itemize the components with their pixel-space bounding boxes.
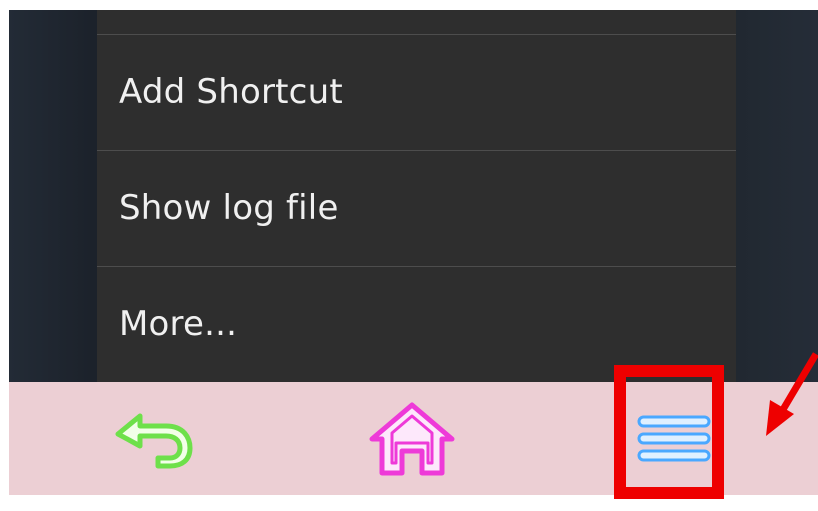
menu-item-label: More...	[119, 304, 238, 344]
home-button[interactable]	[357, 382, 467, 495]
menu-item-show-log-file[interactable]: Show log file	[97, 150, 736, 265]
annotation-arrow-icon	[766, 352, 818, 436]
back-arrow-icon	[115, 413, 193, 468]
home-icon	[369, 402, 455, 475]
navigation-bar	[9, 382, 818, 495]
menu-item-more[interactable]: More...	[97, 266, 736, 381]
hamburger-menu-icon	[637, 415, 711, 461]
options-menu: Add Shortcut Show log file More...	[97, 10, 736, 382]
menu-item-partial[interactable]	[97, 10, 736, 34]
menu-item-label: Add Shortcut	[119, 72, 343, 112]
menu-button[interactable]	[619, 382, 729, 495]
phone-screen: Add Shortcut Show log file More...	[9, 10, 818, 495]
menu-item-label: Show log file	[119, 188, 339, 228]
back-button[interactable]	[99, 382, 209, 495]
menu-item-add-shortcut[interactable]: Add Shortcut	[97, 34, 736, 149]
